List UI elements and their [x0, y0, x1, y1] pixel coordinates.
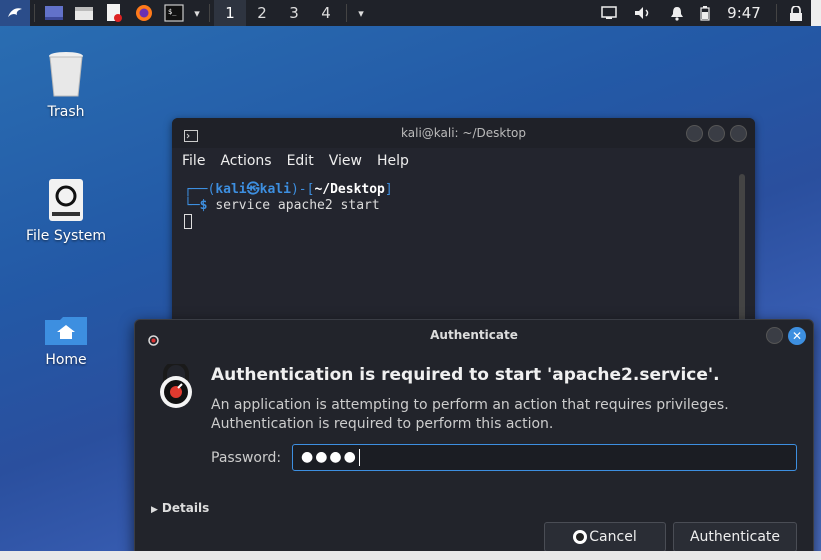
workspace-4[interactable]: 4 — [310, 0, 342, 26]
text-editor-icon[interactable] — [99, 0, 129, 26]
panel-separator — [346, 4, 347, 22]
trash-icon — [16, 50, 116, 98]
text-caret — [358, 448, 360, 466]
menu-help[interactable]: Help — [377, 153, 409, 169]
file-manager-icon[interactable] — [69, 0, 99, 26]
desktop-icon-trash[interactable]: Trash — [16, 50, 116, 120]
terminal-app-icon[interactable]: $_ — [159, 0, 189, 26]
kali-menu-icon[interactable] — [0, 0, 30, 26]
close-button[interactable] — [730, 125, 747, 142]
menu-file[interactable]: File — [182, 153, 205, 169]
workspace-1[interactable]: 1 — [214, 0, 246, 26]
dialog-close-button[interactable]: ✕ — [788, 327, 806, 345]
chevron-down-icon[interactable]: ▾ — [189, 0, 205, 26]
dialog-heading: Authentication is required to start 'apa… — [211, 365, 720, 385]
authenticate-button[interactable]: Authenticate — [673, 522, 797, 552]
menu-view[interactable]: View — [329, 153, 362, 169]
password-value: ●●●● — [301, 449, 358, 465]
notification-bell-icon[interactable] — [660, 0, 694, 26]
cancel-icon — [573, 530, 588, 544]
close-icon: ✕ — [791, 329, 803, 343]
firefox-icon[interactable] — [129, 0, 159, 26]
panel-separator — [34, 4, 35, 22]
password-label: Password: — [211, 450, 282, 466]
panel-separator — [776, 4, 777, 22]
triangle-right-icon: ▶ — [151, 505, 158, 515]
chevron-down-icon[interactable]: ▾ — [351, 0, 371, 26]
details-expander[interactable]: ▶ Details — [151, 501, 209, 515]
volume-icon[interactable] — [626, 0, 660, 26]
desktop-icon-label: Home — [45, 352, 87, 368]
minimize-button[interactable] — [686, 125, 703, 142]
dialog-title: Authenticate — [430, 328, 518, 342]
terminal-title: kali@kali: ~/Desktop — [401, 126, 526, 140]
terminal-window: kali@kali: ~/Desktop File Actions Edit V… — [172, 118, 755, 328]
command-line: └─$ service apache2 start — [184, 198, 380, 213]
details-label: Details — [161, 501, 210, 515]
bottom-strip — [0, 551, 821, 560]
svg-text:$_: $_ — [168, 8, 177, 16]
lock-icon[interactable] — [781, 0, 811, 26]
terminal-scrollbar[interactable] — [739, 174, 745, 324]
panel-separator — [209, 4, 210, 22]
prompt-host: kali — [259, 182, 291, 197]
cancel-label: Cancel — [589, 529, 637, 545]
desktop-icon-label: File System — [25, 228, 107, 244]
power-icon[interactable] — [811, 0, 821, 26]
terminal-titlebar[interactable]: kali@kali: ~/Desktop — [172, 118, 755, 148]
dialog-description: An application is attempting to perform … — [211, 397, 729, 432]
home-folder-icon — [16, 316, 116, 346]
command-text: service apache2 start — [215, 198, 380, 213]
menu-edit[interactable]: Edit — [287, 153, 314, 169]
desktop-icon-home[interactable]: Home — [16, 316, 116, 368]
maximize-button[interactable] — [708, 125, 725, 142]
prompt-path: ~/Desktop — [314, 182, 385, 197]
terminal-cursor — [184, 214, 192, 229]
dialog-minimize-button[interactable] — [766, 327, 783, 344]
hard-drive-icon — [16, 178, 116, 222]
network-icon[interactable] — [592, 0, 626, 26]
workspace-2[interactable]: 2 — [246, 0, 278, 26]
menu-actions[interactable]: Actions — [220, 153, 271, 169]
system-tray: 9:47 — [592, 0, 821, 26]
workspace-3[interactable]: 3 — [278, 0, 310, 26]
terminal-output[interactable]: ┌──(kali㉿kali)-[~/Desktop] └─$ service a… — [172, 174, 755, 237]
desktop-icon-file-system[interactable]: File System — [16, 178, 116, 244]
battery-icon[interactable] — [694, 0, 716, 26]
authenticate-dialog: Authenticate ✕ Authentication is require… — [134, 319, 814, 560]
prompt-user: kali — [215, 182, 247, 197]
desktop-icon-label: Trash — [47, 104, 85, 120]
authenticate-label: Authenticate — [689, 529, 781, 545]
top-panel: $_ ▾ 1 2 3 4 ▾ 9:47 — [0, 0, 821, 26]
password-field[interactable]: ●●●● — [292, 444, 797, 471]
prompt-line: ┌──(kali㉿kali)-[~/Desktop] — [184, 182, 393, 197]
cancel-button[interactable]: Cancel — [544, 522, 666, 552]
clock[interactable]: 9:47 — [716, 0, 772, 26]
show-desktop-icon[interactable] — [39, 0, 69, 26]
terminal-menubar: File Actions Edit View Help — [172, 148, 755, 174]
lock-shield-icon — [157, 361, 195, 416]
dialog-titlebar[interactable]: Authenticate ✕ — [135, 320, 813, 350]
